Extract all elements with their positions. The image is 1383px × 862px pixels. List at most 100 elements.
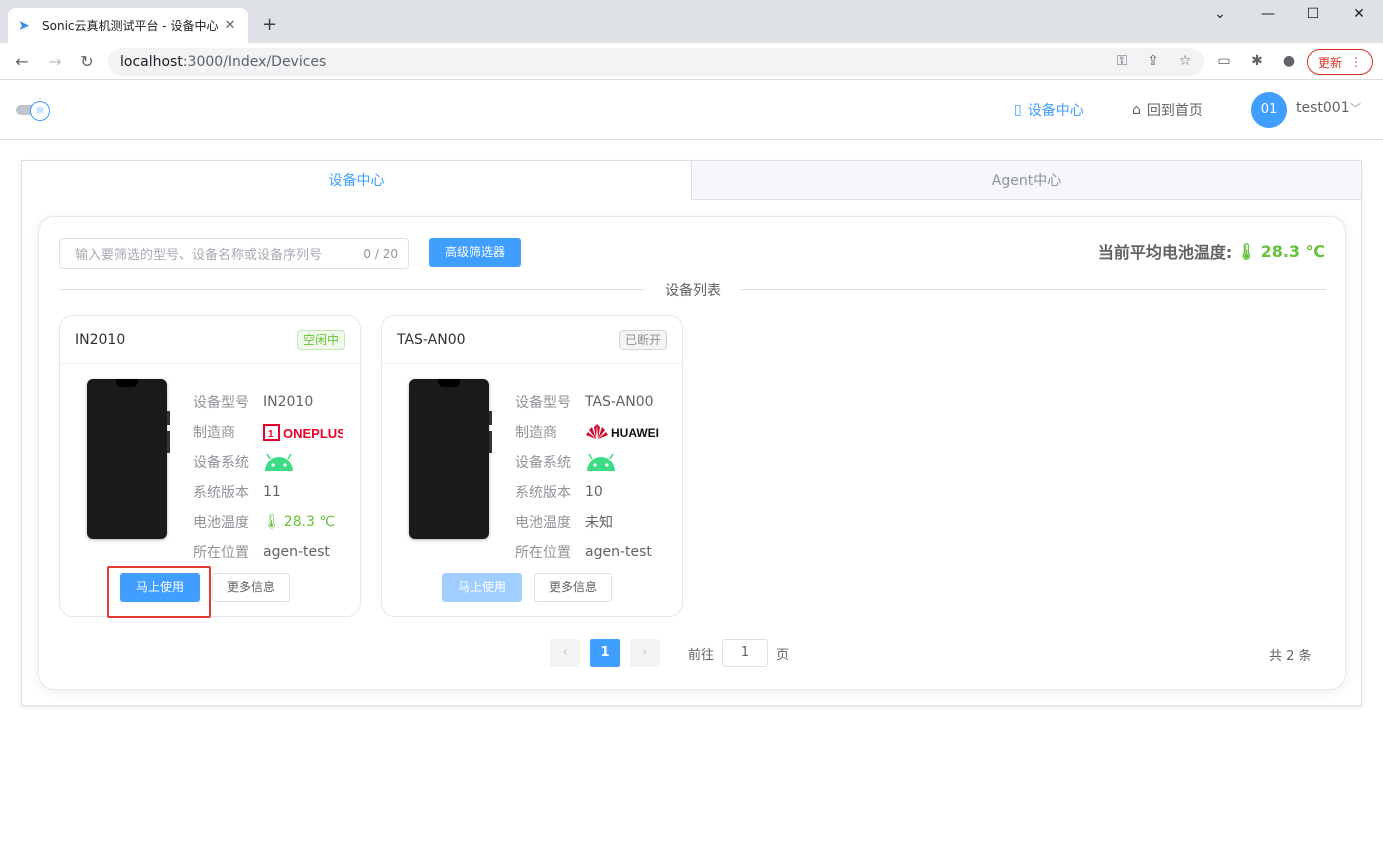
field-label: 系统版本 bbox=[515, 485, 571, 501]
back-arrow-icon[interactable]: ← bbox=[11, 51, 33, 73]
oneplus-logo: 1 ONEPLUS bbox=[263, 422, 343, 442]
more-info-button[interactable]: 更多信息 bbox=[212, 573, 290, 602]
nav-devices[interactable]: ▯ 设备中心 bbox=[1014, 100, 1084, 120]
browser-tabstrip: ➤ Sonic云真机测试平台 - 设备中心 ✕ + ⌄ — ☐ ✕ bbox=[0, 0, 1383, 43]
page-1-button[interactable]: 1 bbox=[590, 639, 620, 667]
svg-text:1: 1 bbox=[268, 429, 274, 440]
total-count: 共 2 条 bbox=[1269, 649, 1312, 664]
username[interactable]: test001 bbox=[1296, 100, 1350, 116]
device-card: TAS-AN00 已断开 设备型号 TAS-AN00 制造商 HUAWEI 设备… bbox=[381, 315, 683, 617]
device-actions: 马上使用 更多信息 bbox=[442, 573, 612, 602]
forward-arrow-icon[interactable]: → bbox=[44, 51, 66, 73]
search-char-count: 0 / 20 bbox=[363, 246, 398, 261]
reload-icon[interactable]: ↻ bbox=[76, 51, 98, 73]
phone-side-button bbox=[489, 431, 492, 453]
theme-toggle[interactable]: ☼ bbox=[16, 101, 50, 121]
oneplus-logo-icon: 1 ONEPLUS bbox=[263, 424, 343, 441]
phone-notch bbox=[438, 379, 460, 387]
nav-home[interactable]: ⌂ 回到首页 bbox=[1132, 100, 1203, 120]
version-value: 11 bbox=[263, 484, 281, 500]
next-page-button[interactable]: › bbox=[630, 639, 660, 667]
device-name: TAS-AN00 bbox=[397, 331, 466, 348]
avg-temp-value: 28.3 ℃ bbox=[1260, 241, 1325, 261]
field-label: 设备系统 bbox=[515, 455, 571, 471]
url-path: :3000/Index/Devices bbox=[182, 54, 327, 70]
home-icon: ⌂ bbox=[1132, 102, 1141, 118]
tab-title: Sonic云真机测试平台 - 设备中心 bbox=[42, 19, 219, 33]
goto-prefix: 前往 bbox=[688, 647, 715, 663]
address-bar[interactable]: i localhost :3000/Index/Devices bbox=[108, 48, 1204, 135]
advanced-filter-button[interactable]: 高级筛选器 bbox=[429, 238, 521, 267]
device-name: IN2010 bbox=[75, 331, 126, 348]
field-label: 系统版本 bbox=[193, 485, 249, 501]
use-now-button[interactable]: 马上使用 bbox=[442, 573, 522, 602]
star-icon[interactable]: ☆ bbox=[1175, 53, 1195, 69]
device-panel: 输入要筛选的型号、设备名称或设备序列号 0 / 20 高级筛选器 当前平均电池温… bbox=[38, 216, 1346, 690]
location-value: agen-test bbox=[263, 544, 330, 560]
phone-image bbox=[87, 379, 170, 539]
device-card-header: IN2010 空闲中 bbox=[60, 316, 360, 364]
battery-value: 未知 bbox=[585, 515, 613, 531]
phone-side-button bbox=[489, 411, 492, 425]
paper-plane-icon: ➤ bbox=[18, 17, 30, 34]
oneplus-text: ONEPLUS bbox=[283, 426, 343, 441]
url-host: localhost bbox=[120, 54, 183, 70]
field-label: 所在位置 bbox=[515, 545, 571, 561]
profile-icon[interactable]: ● bbox=[1279, 53, 1299, 69]
field-label: 设备系统 bbox=[193, 455, 249, 471]
divider-label: 设备列表 bbox=[645, 283, 741, 299]
more-menu-icon: ⋮ bbox=[1350, 55, 1362, 69]
close-window-button[interactable]: ✕ bbox=[1349, 6, 1369, 22]
device-info: 设备型号 IN2010 制造商 1 ONEPLUS 设备系统 系统版本 11 电池温… bbox=[193, 387, 343, 567]
avg-battery-temp: 当前平均电池温度: 🌡 28.3 ℃ bbox=[1098, 239, 1325, 263]
battery-value: 28.3 ℃ bbox=[283, 514, 336, 530]
device-card-header: TAS-AN00 已断开 bbox=[382, 316, 682, 364]
main-tab-card: 设备中心 Agent中心 输入要筛选的型号、设备名称或设备序列号 0 / 20 … bbox=[21, 160, 1362, 706]
android-icon bbox=[585, 452, 617, 472]
reading-list-icon[interactable]: ▭ bbox=[1214, 53, 1234, 69]
nav-home-label: 回到首页 bbox=[1146, 103, 1203, 119]
phone-notch bbox=[116, 379, 138, 387]
browser-tab[interactable]: ➤ Sonic云真机测试平台 - 设备中心 ✕ bbox=[8, 8, 248, 43]
goto-page-input[interactable]: 1 bbox=[722, 639, 769, 667]
field-label: 电池温度 bbox=[515, 515, 571, 531]
phone-side-button bbox=[167, 411, 170, 425]
tab-search-icon[interactable]: ⌄ bbox=[1210, 6, 1230, 22]
tab-agent[interactable]: Agent中心 bbox=[691, 161, 1361, 200]
huawei-logo-icon: HUAWEI bbox=[586, 424, 659, 440]
avatar[interactable]: 01 bbox=[1251, 92, 1287, 128]
new-tab-button[interactable]: + bbox=[262, 14, 277, 35]
nav-devices-label: 设备中心 bbox=[1027, 103, 1084, 119]
model-value: TAS-AN00 bbox=[585, 394, 654, 410]
status-badge: 空闲中 bbox=[296, 329, 345, 350]
maximize-button[interactable]: ☐ bbox=[1303, 6, 1323, 22]
prev-page-button[interactable]: ‹ bbox=[550, 639, 580, 667]
sun-icon: ☼ bbox=[30, 101, 50, 121]
tab-devices[interactable]: 设备中心 bbox=[22, 161, 691, 200]
search-input[interactable]: 输入要筛选的型号、设备名称或设备序列号 0 / 20 bbox=[59, 238, 409, 269]
key-icon[interactable]: ⚿ bbox=[1112, 53, 1132, 69]
update-button[interactable]: 更新 ⋮ bbox=[1307, 49, 1373, 75]
goto-page: 前往 1 页 bbox=[688, 639, 789, 667]
thermometer-icon: 🌡 bbox=[263, 514, 281, 530]
avg-temp-label: 当前平均电池温度: bbox=[1097, 243, 1233, 262]
model-value: IN2010 bbox=[263, 394, 314, 410]
tab-bar: 设备中心 Agent中心 bbox=[22, 161, 1361, 200]
more-info-button[interactable]: 更多信息 bbox=[534, 573, 612, 602]
field-label: 制造商 bbox=[515, 425, 557, 441]
field-label: 设备型号 bbox=[193, 395, 249, 411]
minimize-button[interactable]: — bbox=[1258, 6, 1278, 22]
browser-toolbar: ← → ↻ i localhost :3000/Index/Devices ⚿ … bbox=[0, 43, 1383, 135]
goto-suffix: 页 bbox=[776, 647, 790, 663]
field-label: 所在位置 bbox=[193, 545, 249, 561]
thermometer-icon: 🌡 bbox=[1236, 241, 1257, 261]
chevron-down-icon[interactable]: ﹀ bbox=[1350, 100, 1361, 116]
pagination: ‹ 1 › 前往 1 页 bbox=[550, 639, 789, 667]
search-placeholder: 输入要筛选的型号、设备名称或设备序列号 bbox=[75, 248, 323, 263]
huawei-text: HUAWEI bbox=[611, 426, 659, 440]
phone-image bbox=[409, 379, 492, 539]
version-value: 10 bbox=[585, 484, 603, 500]
extensions-icon[interactable]: ✱ bbox=[1247, 53, 1267, 69]
share-icon[interactable]: ⇪ bbox=[1143, 53, 1163, 69]
close-tab-icon[interactable]: ✕ bbox=[222, 18, 238, 33]
